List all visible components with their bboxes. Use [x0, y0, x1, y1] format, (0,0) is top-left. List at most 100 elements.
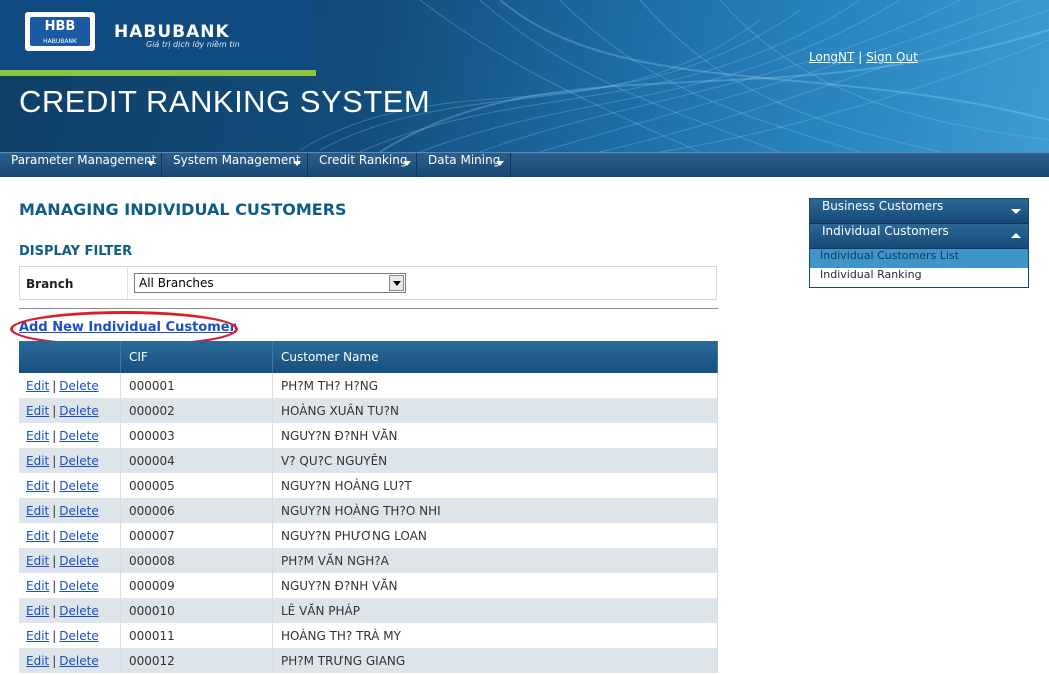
cell-cif: 000001: [120, 373, 273, 398]
delete-link[interactable]: Delete: [59, 429, 98, 443]
cell-customer-name: NGUY?N PHƯƠNG LOAN: [272, 523, 718, 548]
user-links: LongNT | Sign Out: [809, 50, 918, 64]
display-filter: Branch All Branches: [19, 266, 717, 300]
sidebar-item-individual-customers-list[interactable]: Individual Customers List: [810, 249, 1028, 268]
branch-select[interactable]: All Branches: [134, 273, 406, 293]
cell-customer-name: HOÀNG XUÂN TU?N: [272, 398, 718, 423]
row-actions: Edit | Delete: [19, 373, 121, 398]
action-separator: |: [52, 428, 57, 443]
cell-cif: 000011: [120, 623, 273, 648]
cell-cif: 000003: [120, 423, 273, 448]
cell-cif: 000007: [120, 523, 273, 548]
table-row: Edit | Delete 000012 PH?M TRƯNG GIANG: [19, 648, 718, 673]
column-header-customer-name[interactable]: Customer Name: [272, 341, 718, 373]
nav-item-label: Credit Ranking: [319, 153, 408, 167]
side-menu: Business Customers Individual Customers …: [809, 198, 1029, 288]
row-actions: Edit | Delete: [19, 498, 121, 523]
table-row: Edit | Delete 000002 HOÀNG XUÂN TU?N: [19, 398, 718, 423]
sidebar-individual-customers[interactable]: Individual Customers: [810, 224, 1028, 249]
delete-link[interactable]: Delete: [59, 629, 98, 643]
edit-link[interactable]: Edit: [26, 479, 49, 493]
delete-link[interactable]: Delete: [59, 554, 98, 568]
cell-customer-name: V? QU?C NGUYÊN: [272, 448, 718, 473]
table-row: Edit | Delete 000004 V? QU?C NGUYÊN: [19, 448, 718, 473]
nav-item-label: System Management: [173, 153, 301, 167]
column-header-cif[interactable]: CIF: [120, 341, 273, 373]
cell-customer-name: NGUY?N Đ?NH VĂN: [272, 423, 718, 448]
delete-link[interactable]: Delete: [59, 604, 98, 618]
edit-link[interactable]: Edit: [26, 654, 49, 668]
edit-link[interactable]: Edit: [26, 454, 49, 468]
cell-cif: 000006: [120, 498, 273, 523]
filter-section-title: DISPLAY FILTER: [19, 244, 133, 259]
sidebar-header-label: Individual Customers: [822, 224, 949, 238]
table-row: Edit | Delete 000001 PH?M TH? H?NG: [19, 373, 718, 398]
edit-link[interactable]: Edit: [26, 404, 49, 418]
cell-customer-name: LÊ VĂN PHÁP: [272, 598, 718, 623]
delete-link[interactable]: Delete: [59, 379, 98, 393]
action-separator: |: [52, 653, 57, 668]
cell-customer-name: NGUY?N Đ?NH VĂN: [272, 573, 718, 598]
delete-link[interactable]: Delete: [59, 454, 98, 468]
bank-slogan: Giá trị dịch lớy niềm tin: [146, 40, 240, 49]
sidebar-business-customers[interactable]: Business Customers: [810, 199, 1028, 224]
nav-item-system-management[interactable]: System Management: [162, 153, 308, 177]
branch-selected-value: All Branches: [139, 276, 214, 290]
delete-link[interactable]: Delete: [59, 529, 98, 543]
logo-mark-text: HBB: [44, 19, 76, 34]
delete-link[interactable]: Delete: [59, 404, 98, 418]
action-separator: |: [52, 628, 57, 643]
select-dropdown-icon[interactable]: [389, 275, 404, 291]
action-separator: |: [52, 478, 57, 493]
row-actions: Edit | Delete: [19, 623, 121, 648]
edit-link[interactable]: Edit: [26, 629, 49, 643]
action-separator: |: [52, 603, 57, 618]
user-name-link[interactable]: LongNT: [809, 50, 854, 64]
action-separator: |: [52, 378, 57, 393]
edit-link[interactable]: Edit: [26, 604, 49, 618]
row-actions: Edit | Delete: [19, 573, 121, 598]
sign-out-link[interactable]: Sign Out: [866, 50, 918, 64]
row-actions: Edit | Delete: [19, 423, 121, 448]
page-title: MANAGING INDIVIDUAL CUSTOMERS: [19, 200, 347, 219]
edit-link[interactable]: Edit: [26, 429, 49, 443]
action-separator: |: [52, 578, 57, 593]
table-row: Edit | Delete 000009 NGUY?N Đ?NH VĂN: [19, 573, 718, 598]
table-row: Edit | Delete 000006 NGUY?N HOÀNG TH?O NHI: [19, 498, 718, 523]
delete-link[interactable]: Delete: [59, 504, 98, 518]
table-row: Edit | Delete 000003 NGUY?N Đ?NH VĂN: [19, 423, 718, 448]
chevron-down-icon: [1011, 209, 1021, 214]
logo-mark-subtext: HABUBANK: [43, 38, 77, 45]
table-row: Edit | Delete 000005 NGUY?N HOÀNG LU?T: [19, 473, 718, 498]
edit-link[interactable]: Edit: [26, 554, 49, 568]
edit-link[interactable]: Edit: [26, 579, 49, 593]
cell-cif: 000012: [120, 648, 273, 673]
nav-item-credit-ranking[interactable]: Credit Ranking: [308, 153, 417, 177]
table-row: Edit | Delete 000008 PH?M VĂN NGH?A: [19, 548, 718, 573]
delete-link[interactable]: Delete: [59, 479, 98, 493]
nav-item-data-mining[interactable]: Data Mining: [417, 153, 511, 177]
user-links-separator: |: [858, 50, 863, 64]
customers-table: CIF Customer Name Edit | Delete 000001 PH?M …: [19, 341, 718, 673]
cell-cif: 000004: [120, 448, 273, 473]
bank-logo[interactable]: HBB HABUBANK: [25, 12, 95, 51]
table-header-row: CIF Customer Name: [19, 341, 718, 373]
delete-link[interactable]: Delete: [59, 579, 98, 593]
add-new-individual-customer-link[interactable]: Add New Individual Customer: [19, 320, 236, 335]
edit-link[interactable]: Edit: [26, 504, 49, 518]
nav-item-parameter-management[interactable]: Parameter Management: [0, 153, 162, 177]
page-header: HBB HABUBANK HABUBANK Giá trị dịch lớy n…: [0, 0, 1049, 152]
dropdown-arrow-icon: [403, 161, 411, 166]
bank-name: HABUBANK: [114, 22, 230, 42]
edit-link[interactable]: Edit: [26, 529, 49, 543]
column-header-actions: [19, 341, 121, 373]
cell-cif: 000009: [120, 573, 273, 598]
logo-accent-bar: [0, 70, 316, 76]
cell-customer-name: PH?M TH? H?NG: [272, 373, 718, 398]
cell-cif: 000005: [120, 473, 273, 498]
nav-item-label: Data Mining: [428, 153, 501, 167]
table-row: Edit | Delete 000011 HOÀNG TH? TRÀ MY: [19, 623, 718, 648]
edit-link[interactable]: Edit: [26, 379, 49, 393]
sidebar-item-individual-ranking[interactable]: Individual Ranking: [810, 268, 1028, 287]
delete-link[interactable]: Delete: [59, 654, 98, 668]
